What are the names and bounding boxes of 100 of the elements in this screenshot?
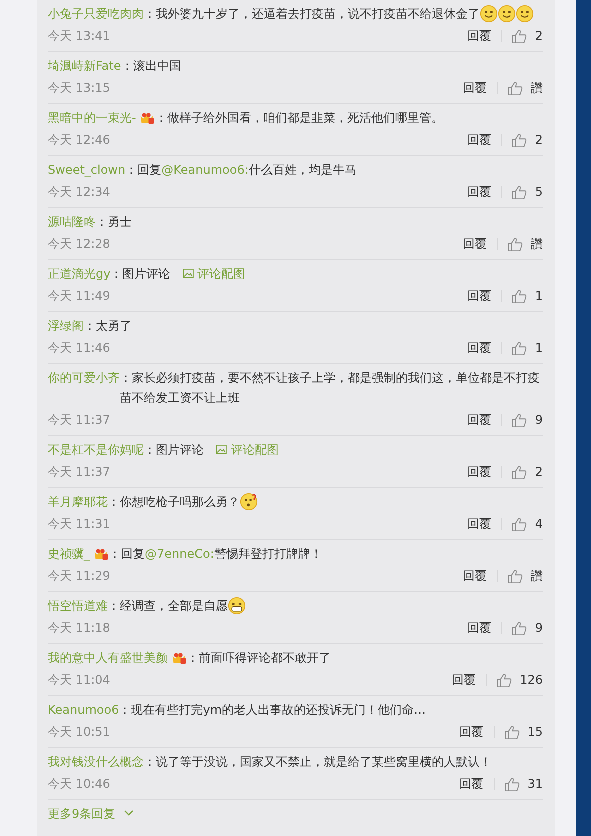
image-icon xyxy=(182,269,194,278)
comment-time: 今天 11:18 xyxy=(48,620,112,637)
user-name-link[interactable]: 浮绿阁 xyxy=(48,316,84,336)
thumbs-up-icon[interactable] xyxy=(504,776,520,792)
comment-time: 今天 11:31 xyxy=(48,516,112,533)
comment-time: 今天 13:15 xyxy=(48,80,112,97)
reply-link[interactable]: 回覆 xyxy=(460,775,484,793)
reply-link[interactable]: 回覆 xyxy=(460,723,484,741)
like-count: 讚 xyxy=(531,568,543,585)
thumbs-up-icon[interactable] xyxy=(508,568,523,584)
user-name-link[interactable]: 黑暗中的一束光- xyxy=(48,108,136,128)
comment-text: ：现在有些打完ym的老人出事故的还投诉无门！他们命… xyxy=(119,702,426,719)
comment-text: ：做样子给外国看，咱们都是韭菜，死活他们哪里管。 xyxy=(155,110,444,127)
image-link-text[interactable]: 评论配图 xyxy=(231,443,279,457)
like-count: 5 xyxy=(535,184,543,201)
user-name-link[interactable]: 我对钱没什么概念 xyxy=(48,752,144,772)
reply-link[interactable]: 回覆 xyxy=(467,463,492,481)
reply-link[interactable]: 回覆 xyxy=(452,671,476,689)
comment-text: ：太勇了 xyxy=(84,318,132,335)
user-name-link[interactable]: 小兔子只爱吃肉肉 xyxy=(48,4,144,24)
comment-text: ：经调查，全部是自愿 xyxy=(108,598,228,615)
smiley-face-icon xyxy=(516,5,534,23)
comment-text: ：家长必须打疫苗，要不然不让孩子上学，都是强制的我们这，单位都是不打疫苗不给发工资不让上班 xyxy=(120,370,541,407)
grinning-face-icon xyxy=(228,597,246,615)
thumbs-up-icon[interactable] xyxy=(512,412,528,428)
user-name-link[interactable]: 史祯骥_ xyxy=(48,544,90,564)
puzzled-face-icon xyxy=(240,493,258,511)
user-name-link[interactable]: Sweet_clown xyxy=(48,160,126,180)
like-count: 讚 xyxy=(531,80,543,97)
like-count: 9 xyxy=(535,412,543,429)
thumbs-up-icon[interactable] xyxy=(512,288,528,304)
like-count: 31 xyxy=(528,776,543,793)
thumbs-up-icon[interactable] xyxy=(512,28,528,44)
reply-link[interactable]: 回覆 xyxy=(463,79,487,97)
like-count: 讚 xyxy=(531,236,543,253)
comment-time: 今天 12:28 xyxy=(48,236,112,253)
user-name-link[interactable]: 不是杠不是你妈呢 xyxy=(48,440,144,460)
image-link-text[interactable]: 评论配图 xyxy=(198,267,246,281)
user-name-link[interactable]: 羊月摩耶花 xyxy=(48,492,108,512)
comment-time: 今天 11:46 xyxy=(48,340,112,357)
like-count: 15 xyxy=(528,724,543,741)
comment-time: 今天 12:46 xyxy=(48,132,112,149)
user-name-link[interactable]: 我的意中人有盛世美颜 xyxy=(48,648,168,668)
like-count: 2 xyxy=(535,132,543,149)
reply-link[interactable]: 回覆 xyxy=(467,619,492,637)
thumbs-up-icon[interactable] xyxy=(512,464,528,480)
reply-link[interactable]: 回覆 xyxy=(467,411,492,429)
comment-time: 今天 11:04 xyxy=(48,672,112,689)
like-count: 1 xyxy=(535,288,543,305)
comment-time: 今天 11:29 xyxy=(48,568,112,585)
comment-time: 今天 12:34 xyxy=(48,184,112,201)
comment-text: ：勇士 xyxy=(96,214,132,231)
reply-link[interactable]: 回覆 xyxy=(467,27,492,45)
reply-link[interactable]: 回覆 xyxy=(467,515,492,533)
chevron-down-icon xyxy=(124,810,134,816)
user-name-link[interactable]: 埼渢峙新Fate xyxy=(48,56,122,76)
comment-text: ：回复@Keanumoo6:什么百姓，均是牛马 xyxy=(126,162,357,179)
thumbs-up-icon[interactable] xyxy=(512,620,528,636)
image-link[interactable]: 评论配图 xyxy=(216,440,279,460)
comment-time: 今天 10:51 xyxy=(48,724,112,741)
thumbs-up-icon[interactable] xyxy=(512,184,528,200)
thumbs-up-icon[interactable] xyxy=(512,132,528,148)
like-count: 2 xyxy=(535,464,543,481)
comment-text: ：回复@7enneCo:警惕拜登打打牌牌！ xyxy=(109,546,322,563)
reply-link[interactable]: 回覆 xyxy=(463,567,487,585)
more-replies-link[interactable]: 更多9条回复 xyxy=(48,800,543,823)
thumbs-up-icon[interactable] xyxy=(497,672,512,688)
reply-link[interactable]: 回覆 xyxy=(467,287,492,305)
comment-time: 今天 13:41 xyxy=(48,28,112,45)
image-icon xyxy=(216,445,227,454)
like-count: 1 xyxy=(535,340,543,357)
comment-time: 今天 11:37 xyxy=(48,412,112,429)
reply-link[interactable]: 回覆 xyxy=(467,339,492,357)
thumbs-up-icon[interactable] xyxy=(508,236,523,252)
thumbs-up-icon[interactable] xyxy=(512,340,528,356)
comment-text: ：图片评论 xyxy=(144,442,204,459)
image-link[interactable]: 评论配图 xyxy=(182,264,246,284)
reply-link[interactable]: 回覆 xyxy=(467,183,492,201)
reply-link[interactable]: 回覆 xyxy=(463,235,487,253)
comment-time: 今天 10:46 xyxy=(48,776,112,793)
comment-text: ：滚出中国 xyxy=(121,58,182,75)
thumbs-up-icon[interactable] xyxy=(512,516,528,532)
thumbs-up-icon[interactable] xyxy=(508,80,523,96)
thumbs-up-icon[interactable] xyxy=(504,724,520,740)
comment-text: ：你想吃枪子吗那么勇？ xyxy=(108,494,240,511)
like-count: 4 xyxy=(535,516,543,533)
comment-text: ：说了等于没说，国家又不禁止，就是给了某些窝里横的人默认！ xyxy=(144,754,492,771)
user-name-link[interactable]: Keanumoo6 xyxy=(48,700,120,720)
comment-text: ：前面吓得评论都不敢开了 xyxy=(187,650,331,667)
comment-time: 今天 11:49 xyxy=(48,288,112,305)
comment-text: ：图片评论 xyxy=(110,266,171,283)
like-count: 9 xyxy=(535,620,543,637)
user-name-link[interactable]: 悟空悟道难 xyxy=(48,596,108,616)
smiley-face-icon xyxy=(480,5,498,23)
reply-link[interactable]: 回覆 xyxy=(467,131,492,149)
smiley-face-icon xyxy=(498,5,516,23)
like-count: 126 xyxy=(520,672,543,689)
user-name-link[interactable]: 源咕隆咚 xyxy=(48,212,96,232)
user-name-link[interactable]: 你的可爱小齐 xyxy=(48,368,120,388)
user-name-link[interactable]: 正道滴光gy xyxy=(48,264,111,284)
